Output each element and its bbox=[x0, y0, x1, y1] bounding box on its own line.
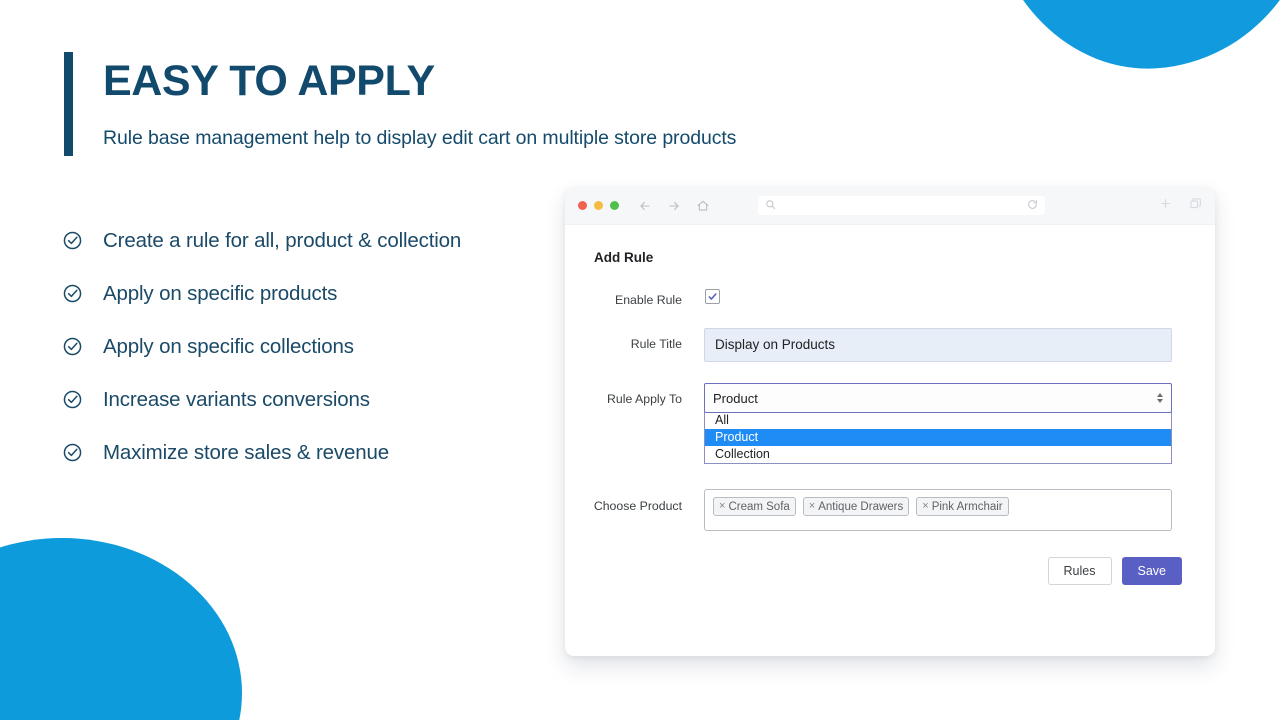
duplicate-tabs-icon[interactable] bbox=[1189, 197, 1202, 215]
slide-canvas: EASY TO APPLY Rule base management help … bbox=[0, 0, 1280, 720]
option-all[interactable]: All bbox=[705, 412, 1171, 429]
check-circle-icon bbox=[62, 283, 83, 304]
search-icon bbox=[765, 197, 776, 215]
field-choose-product: Choose Product × Cream Sofa × Antique Dr… bbox=[592, 489, 1182, 585]
product-tag[interactable]: × Antique Drawers bbox=[803, 497, 909, 516]
list-item-label: Increase variants conversions bbox=[103, 388, 370, 412]
rule-apply-to-select[interactable]: Product bbox=[704, 383, 1172, 413]
heading-accent-bar bbox=[64, 52, 73, 156]
remove-tag-icon[interactable]: × bbox=[719, 501, 725, 512]
list-item: Create a rule for all, product & collect… bbox=[62, 214, 461, 267]
rule-apply-to-options: All Product Collection bbox=[704, 412, 1172, 464]
forward-arrow-icon[interactable] bbox=[667, 199, 681, 213]
product-tag-label: Pink Armchair bbox=[932, 499, 1003, 515]
check-circle-icon bbox=[62, 230, 83, 251]
field-rule-title: Rule Title Display on Products bbox=[592, 328, 1182, 362]
enable-rule-checkbox[interactable] bbox=[705, 289, 720, 304]
decorative-blue-shape-top-right bbox=[985, 0, 1280, 79]
list-item-label: Apply on specific products bbox=[103, 282, 337, 306]
add-rule-page: Add Rule Enable Rule Rule Title Display … bbox=[565, 225, 1215, 656]
check-circle-icon bbox=[62, 442, 83, 463]
list-item: Increase variants conversions bbox=[62, 373, 461, 426]
rule-apply-to-selected-value: Product bbox=[713, 391, 758, 406]
address-bar[interactable] bbox=[758, 196, 1045, 215]
list-item-label: Maximize store sales & revenue bbox=[103, 441, 389, 465]
rules-button[interactable]: Rules bbox=[1048, 557, 1112, 585]
choose-product-label: Choose Product bbox=[592, 489, 704, 513]
feature-list: Create a rule for all, product & collect… bbox=[62, 214, 461, 479]
page-subtitle: Rule base management help to display edi… bbox=[103, 127, 736, 150]
form-title: Add Rule bbox=[594, 250, 1182, 265]
check-circle-icon bbox=[62, 336, 83, 357]
home-icon[interactable] bbox=[696, 199, 710, 213]
select-spinner-icon bbox=[1157, 393, 1163, 403]
rule-apply-to-label: Rule Apply To bbox=[592, 383, 704, 406]
list-item-label: Apply on specific collections bbox=[103, 335, 354, 359]
field-enable-rule: Enable Rule bbox=[592, 289, 1182, 307]
option-product[interactable]: Product bbox=[705, 429, 1171, 446]
hero-heading-block: EASY TO APPLY Rule base management help … bbox=[64, 52, 736, 156]
form-actions: Rules Save bbox=[704, 557, 1182, 585]
remove-tag-icon[interactable]: × bbox=[922, 501, 928, 512]
plus-icon[interactable] bbox=[1159, 197, 1172, 215]
browser-toolbar bbox=[565, 187, 1215, 225]
remove-tag-icon[interactable]: × bbox=[809, 501, 815, 512]
choose-product-tag-input[interactable]: × Cream Sofa × Antique Drawers × Pink Ar… bbox=[704, 489, 1172, 531]
maximize-window-button[interactable] bbox=[610, 201, 619, 210]
rule-title-label: Rule Title bbox=[592, 328, 704, 351]
list-item: Maximize store sales & revenue bbox=[62, 426, 461, 479]
toolbar-right-actions bbox=[1159, 197, 1202, 215]
save-button[interactable]: Save bbox=[1122, 557, 1183, 585]
browser-window: Add Rule Enable Rule Rule Title Display … bbox=[565, 187, 1215, 656]
product-tag[interactable]: × Pink Armchair bbox=[916, 497, 1008, 516]
window-controls bbox=[578, 201, 619, 210]
page-title: EASY TO APPLY bbox=[103, 60, 736, 103]
check-circle-icon bbox=[62, 389, 83, 410]
enable-rule-label: Enable Rule bbox=[592, 289, 704, 307]
product-tag-label: Cream Sofa bbox=[728, 499, 789, 515]
list-item-label: Create a rule for all, product & collect… bbox=[103, 229, 461, 253]
close-window-button[interactable] bbox=[578, 201, 587, 210]
minimize-window-button[interactable] bbox=[594, 201, 603, 210]
product-tag[interactable]: × Cream Sofa bbox=[713, 497, 796, 516]
option-collection[interactable]: Collection bbox=[705, 446, 1171, 463]
navigation-buttons bbox=[638, 199, 710, 213]
field-rule-apply-to: Rule Apply To Product All Product Collec… bbox=[592, 383, 1182, 464]
product-tag-label: Antique Drawers bbox=[818, 499, 903, 515]
decorative-blue-circle-bottom-left bbox=[0, 538, 242, 720]
list-item: Apply on specific collections bbox=[62, 320, 461, 373]
back-arrow-icon[interactable] bbox=[638, 199, 652, 213]
list-item: Apply on specific products bbox=[62, 267, 461, 320]
rule-title-input[interactable]: Display on Products bbox=[704, 328, 1172, 362]
reload-icon[interactable] bbox=[1027, 197, 1038, 215]
